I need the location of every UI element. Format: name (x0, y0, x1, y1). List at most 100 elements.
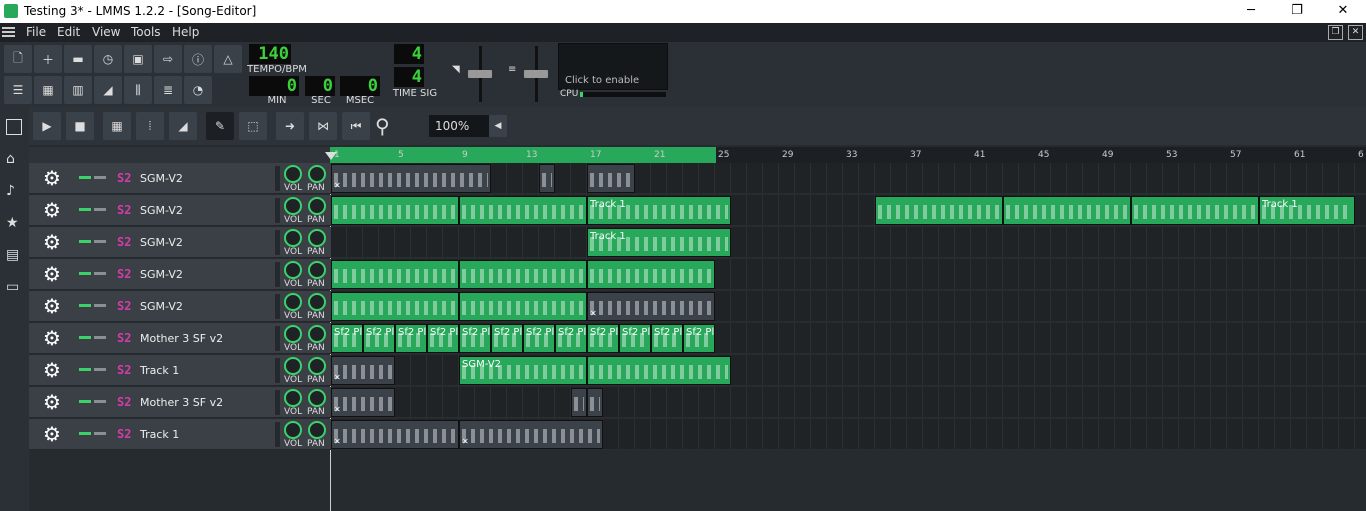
volume-knob[interactable] (284, 229, 302, 247)
solo-button[interactable] (94, 368, 106, 371)
new-from-template-button[interactable]: ＋ (34, 45, 62, 73)
pattern-clip[interactable] (331, 260, 459, 289)
volume-knob[interactable] (284, 357, 302, 375)
solo-button[interactable] (94, 432, 106, 435)
volume-knob[interactable] (284, 261, 302, 279)
mute-button[interactable] (79, 400, 91, 403)
track-name[interactable]: Mother 3 SF v2 (140, 332, 223, 345)
pattern-clip[interactable]: ✕ (587, 292, 715, 321)
pattern-clip[interactable] (1003, 196, 1131, 225)
gear-icon[interactable]: ⚙ (43, 232, 61, 252)
track-lane[interactable] (331, 259, 1366, 290)
pattern-clip[interactable] (587, 356, 731, 385)
timeline[interactable]: 1 5 9 13 17 21 25 29 33 37 41 45 49 53 57 61 6 (330, 147, 1366, 163)
pattern-clip[interactable]: Sf2 Pl (523, 324, 555, 353)
loop-points-button[interactable]: ⋈ (309, 112, 337, 140)
mixer-button[interactable]: ⫼ (124, 76, 152, 104)
tempo-display[interactable]: 140 (249, 44, 291, 64)
pattern-clip[interactable]: ✕ (331, 420, 459, 449)
solo-button[interactable] (94, 272, 106, 275)
add-beat-track-button[interactable]: ▦ (103, 112, 131, 140)
edit-mode-button[interactable]: ⬚ (239, 112, 267, 140)
gear-icon[interactable]: ⚙ (43, 296, 61, 316)
gear-icon[interactable]: ⚙ (43, 200, 61, 220)
mute-button[interactable] (79, 240, 91, 243)
pattern-clip[interactable]: Track 1 (1259, 196, 1355, 225)
track-lane[interactable]: ✕ (331, 387, 1366, 418)
my-presets-icon[interactable]: ★ (6, 215, 22, 231)
pattern-clip[interactable] (459, 260, 587, 289)
volume-knob[interactable] (284, 421, 302, 439)
solo-button[interactable] (94, 176, 106, 179)
my-projects-icon[interactable]: ⌂ (6, 151, 22, 167)
pattern-clip[interactable]: Sf2 Pl (587, 324, 619, 353)
volume-knob[interactable] (284, 389, 302, 407)
close-subwindow-icon[interactable]: ✕ (1348, 25, 1363, 40)
beat-editor-button[interactable]: ▦ (34, 76, 62, 104)
track-lane[interactable]: Track 1 Track 1 (331, 195, 1366, 226)
whats-this-button[interactable]: ⓘ (184, 45, 212, 73)
pan-knob[interactable] (308, 165, 326, 183)
mute-button[interactable] (79, 304, 91, 307)
track-name[interactable]: SGM-V2 (140, 300, 183, 313)
mute-button[interactable] (79, 272, 91, 275)
mute-button[interactable] (79, 176, 91, 179)
pattern-clip[interactable]: ✕ (459, 420, 603, 449)
pan-knob[interactable] (308, 421, 326, 439)
pattern-clip[interactable] (539, 164, 555, 193)
pattern-clip[interactable]: Sf2 Pl (555, 324, 587, 353)
playhead-marker-icon[interactable] (325, 152, 337, 160)
pattern-clip[interactable]: ✕ (331, 164, 491, 193)
pan-knob[interactable] (308, 197, 326, 215)
export-button[interactable]: ⇨ (154, 45, 182, 73)
pattern-clip[interactable]: Sf2 Pl (651, 324, 683, 353)
gear-icon[interactable]: ⚙ (43, 328, 61, 348)
menu-view[interactable]: View (92, 25, 120, 39)
pattern-clip[interactable] (331, 196, 459, 225)
minimize-button[interactable]: ─ (1228, 0, 1274, 23)
stop-button[interactable]: ■ (66, 112, 94, 140)
track-name[interactable]: SGM-V2 (140, 204, 183, 217)
pan-knob[interactable] (308, 357, 326, 375)
volume-knob[interactable] (284, 293, 302, 311)
master-pitch-slider[interactable] (524, 70, 548, 78)
pattern-clip[interactable] (459, 196, 587, 225)
solo-button[interactable] (94, 336, 106, 339)
add-sample-track-button[interactable]: ⦙ (136, 112, 164, 140)
maximize-button[interactable]: ❐ (1274, 0, 1320, 23)
volume-knob[interactable] (284, 325, 302, 343)
mute-button[interactable] (79, 432, 91, 435)
pattern-clip[interactable] (459, 292, 587, 321)
solo-button[interactable] (94, 304, 106, 307)
oscilloscope[interactable]: Click to enable (558, 43, 668, 90)
pattern-clip[interactable] (587, 260, 715, 289)
my-computer-icon[interactable]: ▭ (6, 279, 22, 295)
gear-icon[interactable]: ⚙ (43, 168, 61, 188)
pan-knob[interactable] (308, 261, 326, 279)
project-notes-button[interactable]: ≣ (154, 76, 182, 104)
pattern-clip[interactable]: Sf2 Pl (331, 324, 363, 353)
track-lane[interactable]: ✕ (331, 291, 1366, 322)
close-button[interactable]: ✕ (1320, 0, 1366, 23)
pattern-clip[interactable]: Sf2 Pl (363, 324, 395, 353)
volume-knob[interactable] (284, 165, 302, 183)
pan-knob[interactable] (308, 229, 326, 247)
restore-subwindow-icon[interactable]: ❐ (1328, 25, 1343, 40)
metronome-button[interactable]: △ (214, 45, 242, 73)
pattern-clip[interactable]: ✕ (331, 356, 395, 385)
pattern-clip[interactable] (587, 164, 635, 193)
pattern-clip[interactable]: Sf2 Pl (459, 324, 491, 353)
time-sig-numerator[interactable]: 4 (394, 44, 424, 64)
pan-knob[interactable] (308, 389, 326, 407)
draw-mode-button[interactable]: ✎ (206, 112, 234, 140)
mute-button[interactable] (79, 336, 91, 339)
pattern-clip[interactable]: Track 1 (587, 196, 731, 225)
track-lane[interactable]: Sf2 Pl Sf2 Pl Sf2 Pl Sf2 Pl Sf2 Pl Sf2 P… (331, 323, 1366, 354)
track-name[interactable]: SGM-V2 (140, 236, 183, 249)
pattern-clip[interactable] (875, 196, 1003, 225)
pan-knob[interactable] (308, 293, 326, 311)
track-lane[interactable]: ✕ (331, 163, 1366, 194)
track-lane[interactable]: ✕ ✕ (331, 419, 1366, 450)
solo-button[interactable] (94, 208, 106, 211)
piano-roll-button[interactable]: ▥ (64, 76, 92, 104)
